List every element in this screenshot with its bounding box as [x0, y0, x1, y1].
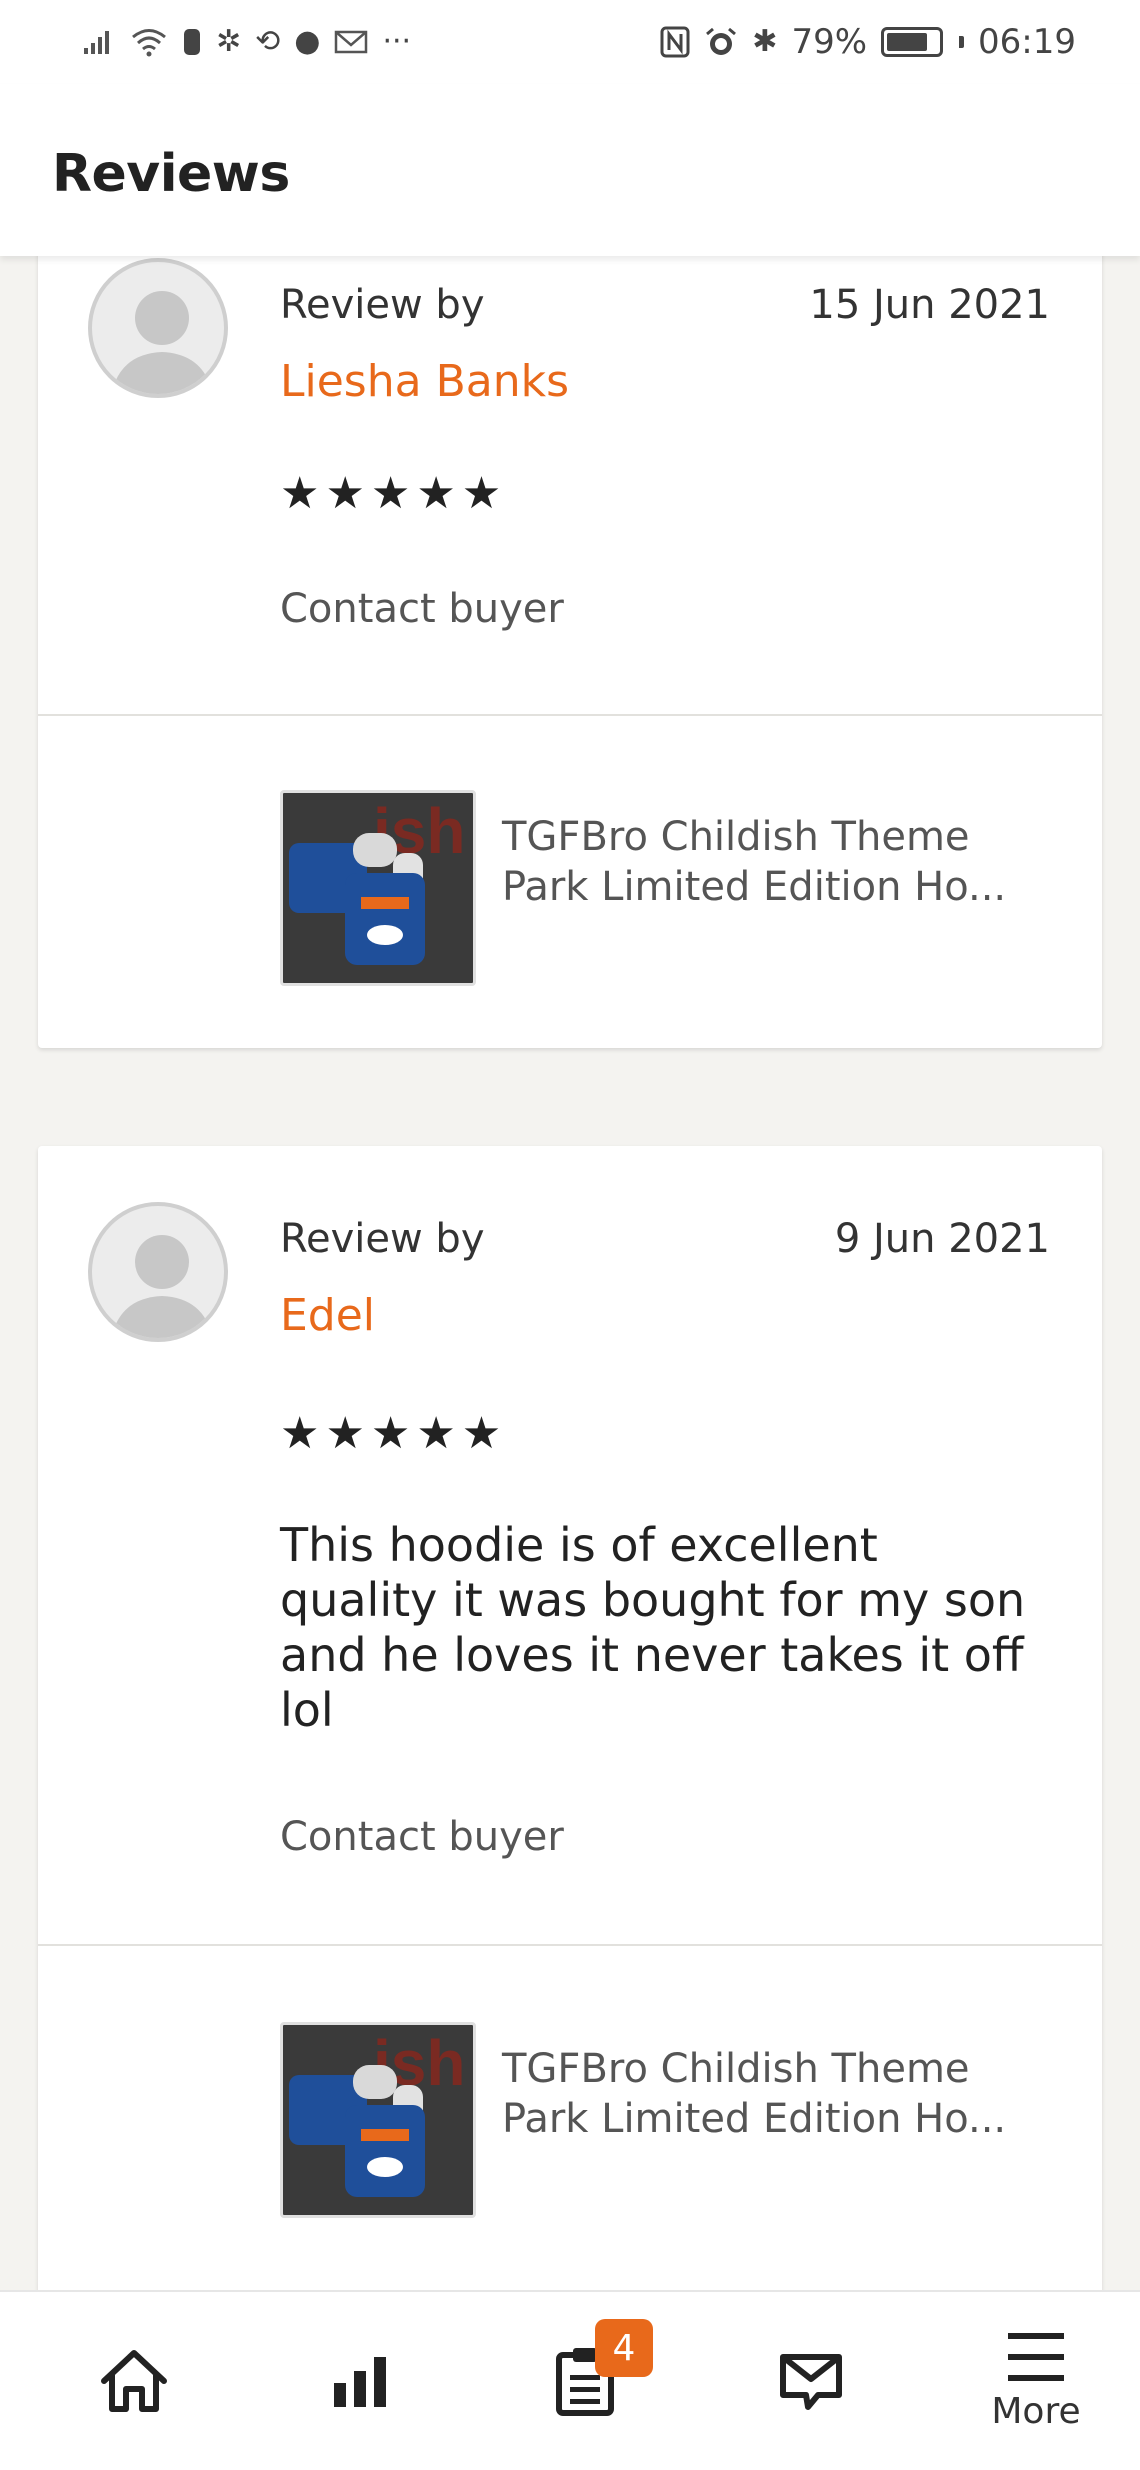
settings-icon: ✲ — [216, 24, 242, 59]
person-silhouette-icon — [111, 291, 213, 394]
menu-icon — [1008, 2332, 1064, 2381]
review-body: Review by Liesha Banks 15 Jun 2021 ★★★★★… — [38, 256, 1102, 716]
nav-home[interactable] — [74, 2321, 194, 2441]
more-icon: ··· — [382, 24, 412, 59]
product-row[interactable]: ish TGFBro Childish Theme Park Limited E… — [38, 1946, 1102, 2290]
bottom-nav: 4 More — [0, 2290, 1140, 2470]
product-thumbnail[interactable]: ish — [280, 2022, 476, 2218]
notification-icon — [184, 29, 200, 55]
mail-icon — [335, 30, 368, 54]
nav-messages[interactable] — [751, 2321, 871, 2441]
avatar[interactable] — [88, 1202, 228, 1342]
review-card: Review by Liesha Banks 15 Jun 2021 ★★★★★… — [38, 256, 1102, 1048]
page-title: Reviews — [52, 144, 290, 204]
review-date: 15 Jun 2021 — [809, 282, 1050, 328]
app-header: Reviews — [0, 84, 1140, 256]
status-bar: ✲ ⟲ ● ··· ✱ 79% 06:19 — [0, 0, 1140, 84]
bluetooth-icon: ✱ — [752, 24, 778, 59]
circle-icon: ● — [294, 24, 321, 59]
product-title[interactable]: TGFBro Childish Theme Park Limited Editi… — [502, 812, 1062, 912]
nav-more[interactable]: More — [976, 2321, 1096, 2441]
contact-buyer-link[interactable]: Contact buyer — [280, 1814, 564, 1860]
contact-buyer-link[interactable]: Contact buyer — [280, 586, 564, 632]
battery-level-fill — [887, 33, 927, 51]
hoodie-image: ish — [283, 2025, 473, 2215]
stats-icon — [333, 2357, 386, 2407]
status-left-icons: ✲ ⟲ ● ··· — [82, 27, 411, 57]
review-date: 9 Jun 2021 — [834, 1216, 1050, 1262]
alarm-icon — [706, 27, 737, 55]
product-thumbnail[interactable]: ish — [280, 790, 476, 986]
wifi-icon — [132, 29, 166, 57]
review-card: Review by Edel 9 Jun 2021 ★★★★★ This hoo… — [38, 1146, 1102, 2290]
battery-cap — [959, 36, 965, 48]
status-time: 06:19 — [978, 22, 1076, 62]
home-icon — [101, 2350, 167, 2412]
review-body: Review by Edel 9 Jun 2021 ★★★★★ This hoo… — [38, 1146, 1102, 1946]
reviewer-name-link[interactable]: Liesha Banks — [280, 356, 569, 407]
star-rating: ★★★★★ — [280, 1408, 508, 1459]
review-by-label: Review by — [280, 282, 485, 328]
reviewer-name-link[interactable]: Edel — [280, 1290, 375, 1341]
messages-icon — [779, 2354, 842, 2410]
sync-icon: ⟲ — [255, 24, 281, 59]
hoodie-image: ish — [283, 793, 473, 983]
review-text: This hoodie is of excellent quality it w… — [280, 1518, 1026, 1737]
nav-stats[interactable] — [300, 2321, 420, 2441]
review-by-label: Review by — [280, 1216, 485, 1262]
battery-percent: 79% — [791, 22, 868, 62]
nav-orders[interactable]: 4 — [525, 2319, 653, 2441]
battery-icon — [881, 27, 944, 57]
signal-icon — [84, 31, 109, 54]
nav-more-label: More — [991, 2390, 1081, 2432]
person-silhouette-icon — [111, 1235, 213, 1338]
star-rating: ★★★★★ — [280, 468, 508, 519]
orders-badge: 4 — [595, 2319, 653, 2377]
reviews-list[interactable]: Review by Liesha Banks 15 Jun 2021 ★★★★★… — [0, 256, 1140, 2290]
product-title[interactable]: TGFBro Childish Theme Park Limited Editi… — [502, 2044, 1062, 2144]
status-right-icons: ✱ 79% 06:19 — [660, 22, 1076, 62]
nfc-icon — [660, 26, 690, 58]
product-row[interactable]: ish TGFBro Childish Theme Park Limited E… — [38, 716, 1102, 1048]
avatar[interactable] — [88, 258, 228, 398]
